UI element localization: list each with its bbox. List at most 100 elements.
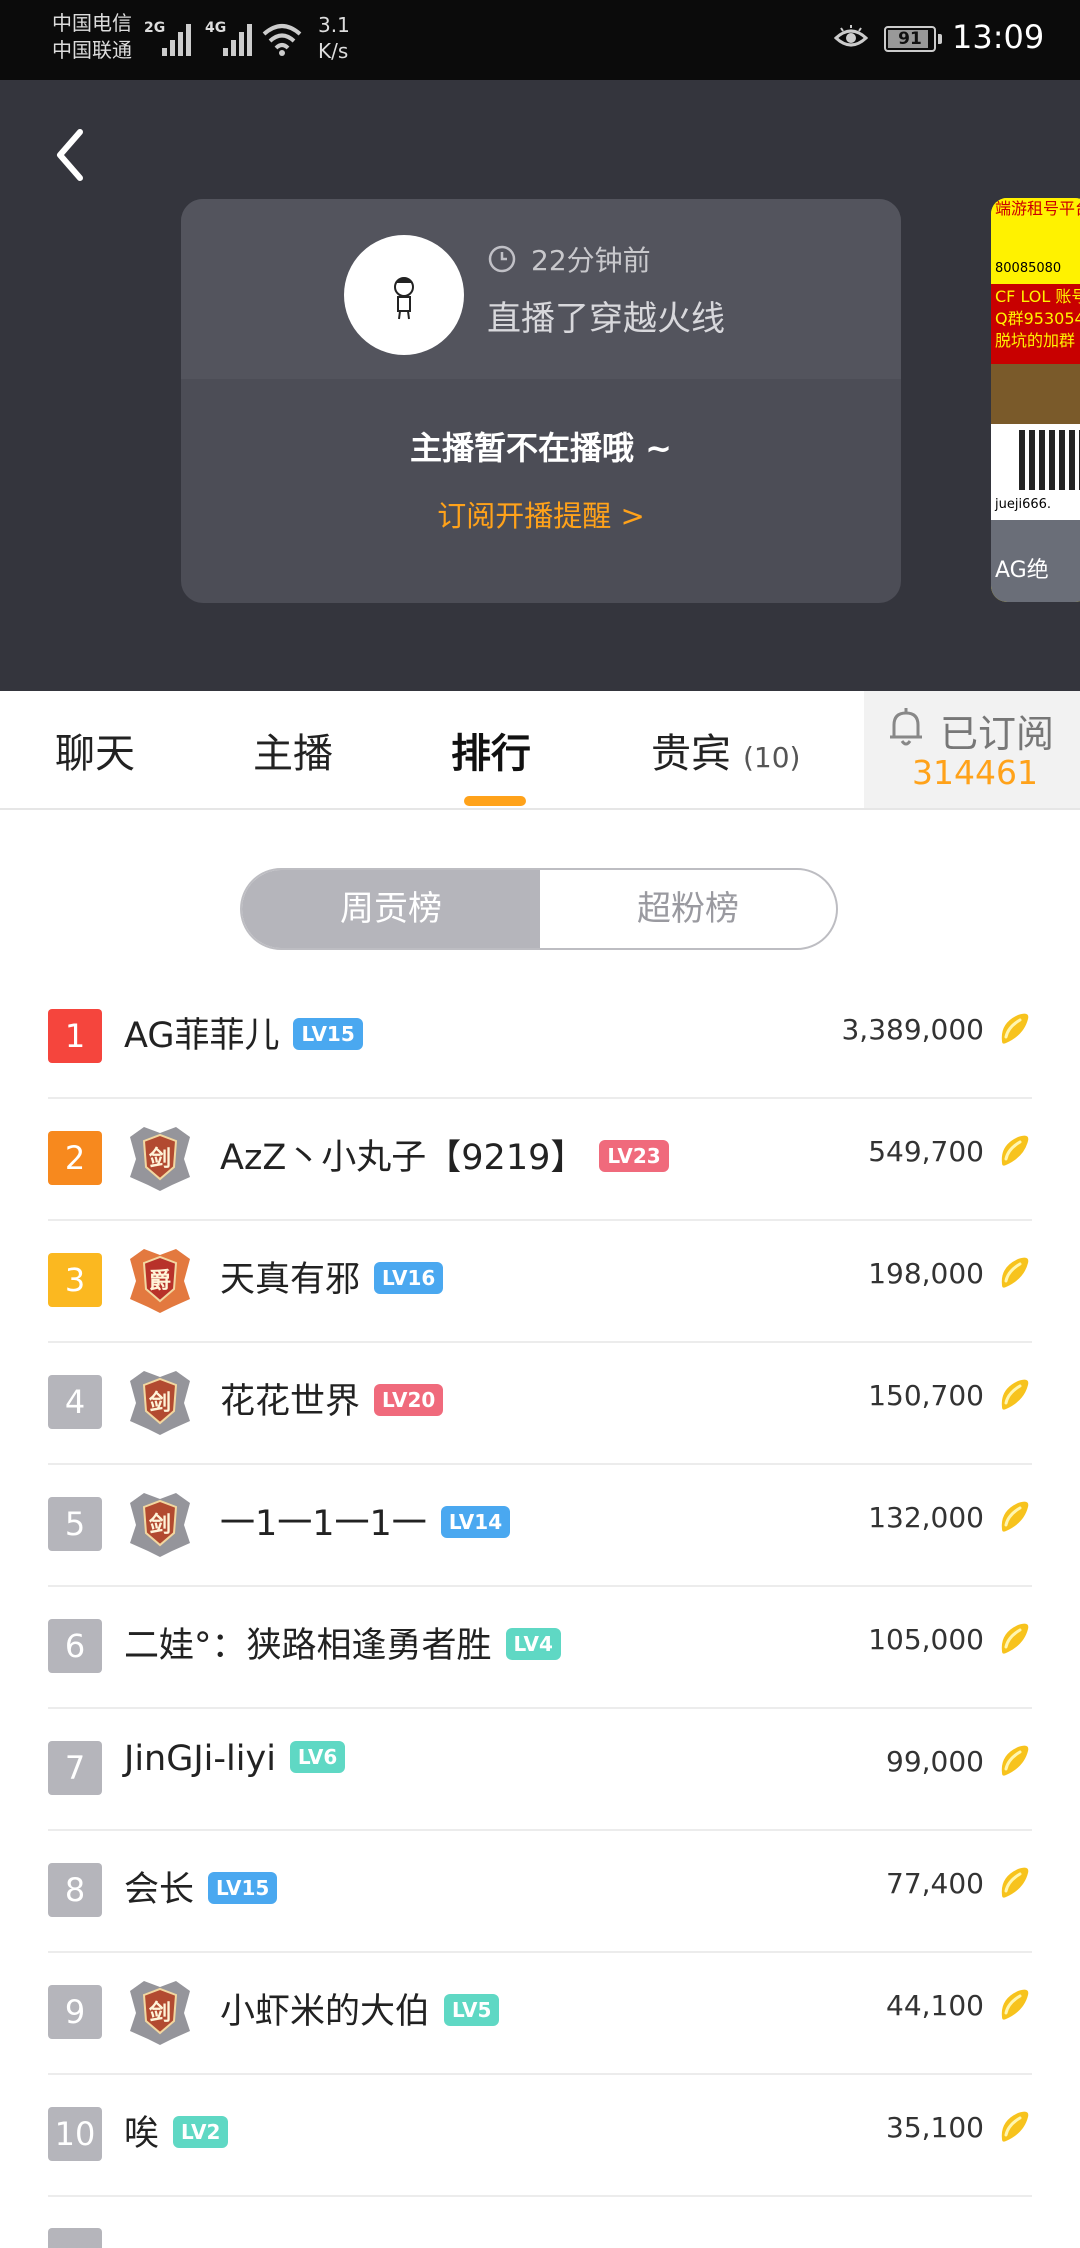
coin-icon (1001, 1989, 1029, 2020)
contribution-score: 3,389,000 (841, 1013, 984, 1046)
sword-medal-icon: 剑 (130, 1371, 190, 1435)
tab-vip-count: (10) (743, 741, 801, 774)
coin-icon (1001, 1623, 1029, 1654)
battery-icon: 91 (884, 26, 942, 52)
user-name: 天真有邪 (220, 1260, 361, 1300)
coin-icon (1001, 1379, 1029, 1410)
user-name-line[interactable]: 一1一1一1一 LV14 (220, 1495, 511, 1546)
rank-badge: 7 (48, 1741, 102, 1795)
ranking-row[interactable]: 10 唉 LV2 35,100 (48, 2075, 1032, 2197)
coin-icon (1001, 1501, 1029, 1532)
cartoon-avatar-icon (394, 277, 414, 320)
ranking-row[interactable]: 2 剑 AzZ丶小丸子【9219】 LV23 549,700 (48, 1099, 1032, 1221)
level-badge: LV5 (444, 1994, 500, 2026)
level-badge: LV23 (599, 1140, 669, 1172)
wifi-icon (262, 24, 302, 56)
last-live-time: 22分钟前 (531, 244, 651, 277)
ranking-row[interactable]: 5 剑 一1一1一1一 LV14 132,000 (48, 1465, 1032, 1587)
last-live-game: 直播了穿越火线 (487, 299, 725, 339)
bell-icon (890, 708, 922, 746)
ad-text-5: 脱坑的加群 (995, 331, 1076, 350)
ranking-row[interactable]: 7 JinGJi-liyi LV6 99,000 (48, 1709, 1032, 1831)
rank-badge: 3 (48, 1253, 102, 1307)
user-name-line[interactable]: 唉 LV2 (124, 2105, 229, 2156)
ad-banner[interactable]: 端游租号平台 80085080 CF LOL 账号 Q群9530541 脱坑的加… (991, 198, 1080, 602)
subscribe-button[interactable]: 已订阅 314461 (864, 691, 1080, 808)
rank-badge: 10 (48, 2107, 102, 2161)
user-name: 二娃°：狭路相逢勇者胜 (124, 1626, 492, 1666)
ranking-row[interactable]: 9 剑 小虾米的大伯 LV5 44,100 (48, 1953, 1032, 2075)
rank-badge-partial (48, 2228, 102, 2248)
tab-chat[interactable]: 聊天 (55, 721, 135, 779)
svg-text:剑: 剑 (148, 1390, 171, 1416)
battery-level: 91 (898, 29, 922, 49)
ad-text-2: 80085080 (995, 261, 1062, 276)
subscribe-label: 已订阅 (940, 712, 1055, 756)
contribution-score: 44,100 (886, 1989, 984, 2022)
rank-badge: 8 (48, 1863, 102, 1917)
subscriber-count: 314461 (912, 753, 1038, 792)
level-badge: LV15 (208, 1872, 278, 1904)
sword-medal-icon: 剑 (130, 1127, 190, 1191)
level-badge: LV14 (440, 1506, 511, 1538)
clock-icon (488, 245, 516, 273)
tab-vip-label: 贵宾 (651, 731, 731, 777)
ad-text-3: CF LOL 账号 (995, 287, 1080, 306)
svg-text:爵: 爵 (149, 1269, 171, 1294)
user-name-line[interactable]: 天真有邪 LV16 (220, 1251, 444, 1302)
noble-medal-icon: 爵 (130, 1249, 190, 1313)
rank-badge: 4 (48, 1375, 102, 1429)
tab-anchor[interactable]: 主播 (253, 721, 333, 779)
rank-badge: 1 (48, 1009, 102, 1063)
tab-vip[interactable]: 贵宾 (10) (651, 721, 800, 779)
user-name: 花花世界 (220, 1382, 361, 1422)
level-badge: LV6 (289, 1741, 346, 1773)
contribution-score: 132,000 (868, 1501, 984, 1534)
ad-text-4: Q群9530541 (995, 309, 1080, 328)
user-name-line[interactable]: 小虾米的大伯 LV5 (220, 1983, 500, 2034)
user-name-line[interactable]: AG菲菲儿 LV15 (124, 1007, 363, 1058)
ranking-row[interactable]: 1 AG菲菲儿 LV15 3,389,000 (48, 977, 1032, 1099)
level-badge: LV15 (293, 1018, 363, 1050)
user-name-line[interactable]: AzZ丶小丸子【9219】 LV23 (220, 1129, 669, 1180)
contribution-score: 198,000 (868, 1257, 984, 1290)
weekly-contribution-tab[interactable]: 周贡榜 (242, 870, 540, 948)
anchor-avatar[interactable] (344, 235, 464, 355)
ranking-row[interactable]: 4 剑 花花世界 LV20 150,700 (48, 1343, 1032, 1465)
ranking-row[interactable]: 8 会长 LV15 77,400 (48, 1831, 1032, 1953)
user-name-line[interactable]: JinGJi-liyi LV6 (124, 1739, 346, 1779)
back-arrow-icon[interactable] (44, 120, 94, 190)
user-name-line[interactable]: 会长 LV15 (124, 1861, 278, 1912)
carrier-2: 中国联通 (52, 38, 132, 62)
sword-medal-icon: 剑 (130, 1981, 190, 2045)
level-badge: LV20 (374, 1384, 444, 1416)
rank-badge: 5 (48, 1497, 102, 1551)
ranking-row[interactable]: 6 二娃°：狭路相逢勇者胜 LV4 105,000 (48, 1587, 1032, 1709)
offline-message: 主播暂不在播哦 ~ (410, 429, 672, 467)
rank-badge: 9 (48, 1985, 102, 2039)
tab-bar: 聊天 主播 排行 贵宾 (10) 已订阅 314461 (0, 691, 1080, 810)
super-fan-tab[interactable]: 超粉榜 (540, 870, 836, 948)
user-name-line[interactable]: 花花世界 LV20 (220, 1373, 444, 1424)
user-name-line[interactable]: 二娃°：狭路相逢勇者胜 LV4 (124, 1617, 561, 1668)
tab-ranking[interactable]: 排行 (451, 721, 531, 779)
contribution-score: 99,000 (886, 1745, 984, 1778)
coin-icon (1001, 1135, 1029, 1166)
qr-code-icon (1019, 430, 1080, 490)
ranking-list: 1 AG菲菲儿 LV15 3,389,000 2 剑 AzZ丶小丸子【9219】 L… (48, 977, 1032, 2197)
ad-text-6: jueji666. (995, 497, 1052, 512)
last-live-info (181, 199, 901, 379)
user-name: 唉 (124, 2114, 160, 2154)
carrier-names: 中国电信 中国联通 (52, 10, 132, 64)
level-badge: LV2 (173, 2116, 229, 2148)
ad-text-7: AG绝 (995, 558, 1049, 583)
coin-icon (1001, 1745, 1029, 1776)
subscribe-reminder-link[interactable]: 订阅开播提醒 > (181, 493, 901, 535)
status-bar: 中国电信 中国联通 2G 4G 3.1 K/s 91 13:09 (0, 0, 1080, 80)
level-badge: LV16 (374, 1262, 444, 1294)
rank-badge: 6 (48, 1619, 102, 1673)
level-badge: LV4 (505, 1628, 561, 1660)
ranking-row[interactable]: 3 爵 天真有邪 LV16 198,000 (48, 1221, 1032, 1343)
carrier-1: 中国电信 (52, 11, 132, 35)
eye-comfort-icon (834, 25, 868, 47)
